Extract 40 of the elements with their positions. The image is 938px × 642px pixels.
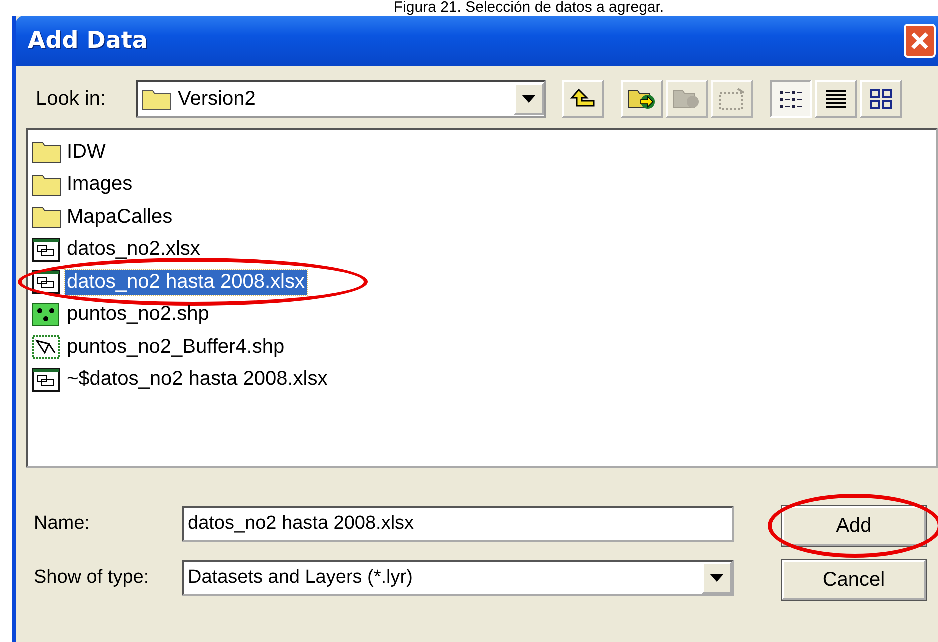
grid-icon [718,87,746,111]
folder-icon [32,172,62,197]
name-field[interactable]: datos_no2 hasta 2008.xlsx [182,506,734,542]
file-list-item[interactable]: datos_no2 hasta 2008.xlsx [32,266,932,298]
look-in-label: Look in: [35,88,108,110]
thumbnails-view-button[interactable] [860,80,902,118]
polygon-layer-icon [32,335,62,360]
name-label: Name: [33,513,91,535]
window-title: Add Data [28,28,148,54]
details-view-button[interactable] [815,80,857,118]
caret-icon [710,574,724,582]
figure-caption: Figura 21. Selección de datos a agregar. [392,0,666,16]
file-list-item[interactable]: puntos_no2.shp [32,298,932,331]
file-list-item[interactable]: Images [32,168,932,201]
caret-icon [522,95,536,103]
cancel-button[interactable]: Cancel [782,560,926,600]
up-arrow-icon [570,88,596,110]
folder-icon [32,140,62,164]
file-type-dropdown[interactable]: Datasets and Layers (*.lyr) [182,560,734,596]
table-icon [32,368,62,392]
add-button[interactable]: Add [782,506,926,546]
file-list-item[interactable]: IDW [32,136,932,168]
file-list-item[interactable]: puntos_no2_Buffer4.shp [32,331,932,364]
thumbnails-view-icon [868,88,894,110]
details-view-icon [823,88,849,110]
list-view-button[interactable] [770,80,812,118]
look-in-dropdown[interactable]: Version2 [136,80,546,118]
file-list-item[interactable]: datos_no2.xlsx [32,234,932,266]
file-list-item[interactable]: ~$datos_no2 hasta 2008.xlsx [32,364,932,396]
file-type-label: Show of type: [33,567,150,589]
close-icon [909,30,931,52]
table-icon [32,238,62,262]
up-folder-button[interactable] [562,80,604,118]
file-list-item[interactable]: MapaCalles [32,201,932,234]
close-button[interactable] [904,24,936,58]
table-icon [32,270,62,294]
list-view-icon [778,88,804,110]
folder-icon [32,205,62,230]
connect-folder-button[interactable] [621,80,663,118]
points-layer-icon [32,302,62,327]
